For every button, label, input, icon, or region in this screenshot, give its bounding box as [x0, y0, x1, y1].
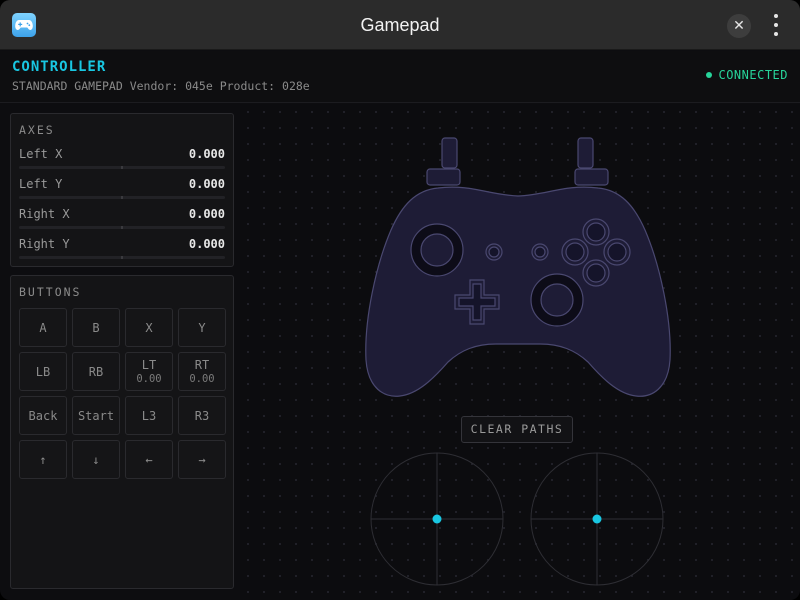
left-stick-dot: [432, 514, 442, 524]
clear-paths-button[interactable]: CLEAR PATHS: [461, 416, 573, 443]
left-trigger: [441, 137, 458, 169]
right-stick-dot: [592, 514, 602, 524]
left-bumper: [426, 168, 461, 186]
face-button-b-inner: [607, 242, 627, 262]
face-button-a-inner: [586, 263, 606, 283]
controller-diagram: [365, 137, 671, 586]
controller-body: [365, 186, 671, 397]
face-button-x-inner: [565, 242, 585, 262]
back-button-inner: [488, 246, 500, 258]
right-bumper: [574, 168, 609, 186]
start-button-inner: [534, 246, 546, 258]
right-stick-cap: [540, 283, 574, 317]
gamepad-window: Gamepad ✕ CONTROLLER STANDARD GAMEPAD Ve…: [0, 0, 800, 600]
right-trigger: [577, 137, 594, 169]
left-stick-cap: [420, 233, 454, 267]
face-button-y-inner: [586, 222, 606, 242]
